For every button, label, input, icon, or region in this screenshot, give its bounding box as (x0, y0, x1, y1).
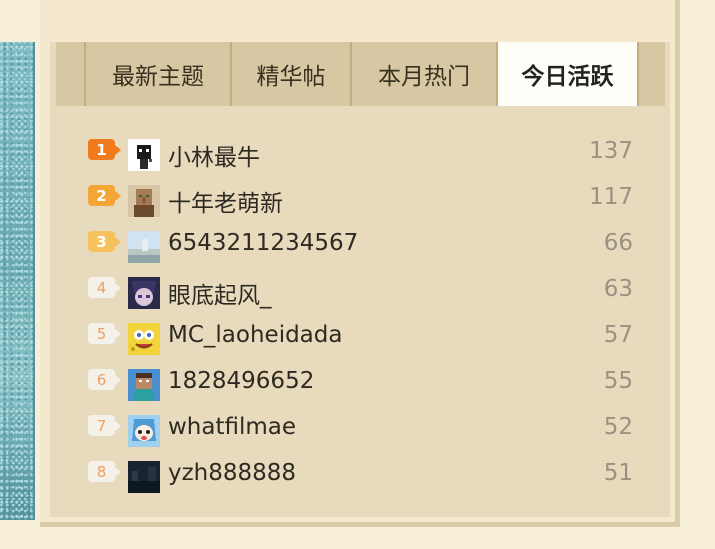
avatar[interactable] (128, 323, 160, 355)
tab-featured-posts[interactable]: 精华帖 (230, 42, 350, 106)
tab-bar: 最新主题 精华帖 本月热门 今日活跃 (56, 42, 665, 106)
list-item: 7 whatfilmae 52 (88, 408, 648, 454)
activity-count: 66 (603, 230, 633, 256)
rank-badge-icon: 8 (88, 461, 121, 482)
activity-count: 63 (603, 276, 633, 302)
active-users-list: 1 小林最牛 137 2 十年老萌新 117 3 6543211234567 6… (88, 132, 648, 500)
activity-count: 137 (589, 138, 633, 164)
tab-today-active[interactable]: 今日活跃 (496, 42, 639, 106)
avatar[interactable] (128, 461, 160, 493)
username-link[interactable]: 1828496652 (168, 368, 314, 394)
avatar[interactable] (128, 369, 160, 401)
list-item: 2 十年老萌新 117 (88, 178, 648, 224)
username-link[interactable]: 十年老萌新 (168, 184, 283, 218)
rank-badge-icon: 2 (88, 185, 121, 206)
rank-badge-icon: 1 (88, 139, 121, 160)
activity-count: 117 (589, 184, 633, 210)
rank-badge-icon: 5 (88, 323, 121, 344)
list-item: 8 yzh888888 51 (88, 454, 648, 500)
list-item: 4 眼底起风_ 63 (88, 270, 648, 316)
rank-badge-icon: 3 (88, 231, 121, 252)
avatar[interactable] (128, 415, 160, 447)
username-link[interactable]: MC_laoheidada (168, 322, 342, 348)
activity-count: 52 (603, 414, 633, 440)
list-item: 3 6543211234567 66 (88, 224, 648, 270)
list-item: 5 MC_laoheidada 57 (88, 316, 648, 362)
activity-count: 51 (603, 460, 633, 486)
username-link[interactable]: yzh888888 (168, 460, 296, 486)
activity-count: 57 (603, 322, 633, 348)
left-background-texture (0, 42, 35, 520)
list-item: 6 1828496652 55 (88, 362, 648, 408)
avatar[interactable] (128, 231, 160, 263)
avatar[interactable] (128, 185, 160, 217)
activity-count: 55 (603, 368, 633, 394)
username-link[interactable]: 小林最牛 (168, 138, 260, 172)
avatar[interactable] (128, 277, 160, 309)
rank-badge-icon: 4 (88, 277, 121, 298)
tab-latest-topics[interactable]: 最新主题 (84, 42, 230, 106)
username-link[interactable]: 6543211234567 (168, 230, 358, 256)
username-link[interactable]: whatfilmae (168, 414, 296, 440)
rank-badge-icon: 7 (88, 415, 121, 436)
tab-monthly-hot[interactable]: 本月热门 (350, 42, 496, 106)
username-link[interactable]: 眼底起风_ (168, 276, 272, 310)
avatar[interactable] (128, 139, 160, 171)
list-item: 1 小林最牛 137 (88, 132, 648, 178)
rank-badge-icon: 6 (88, 369, 121, 390)
